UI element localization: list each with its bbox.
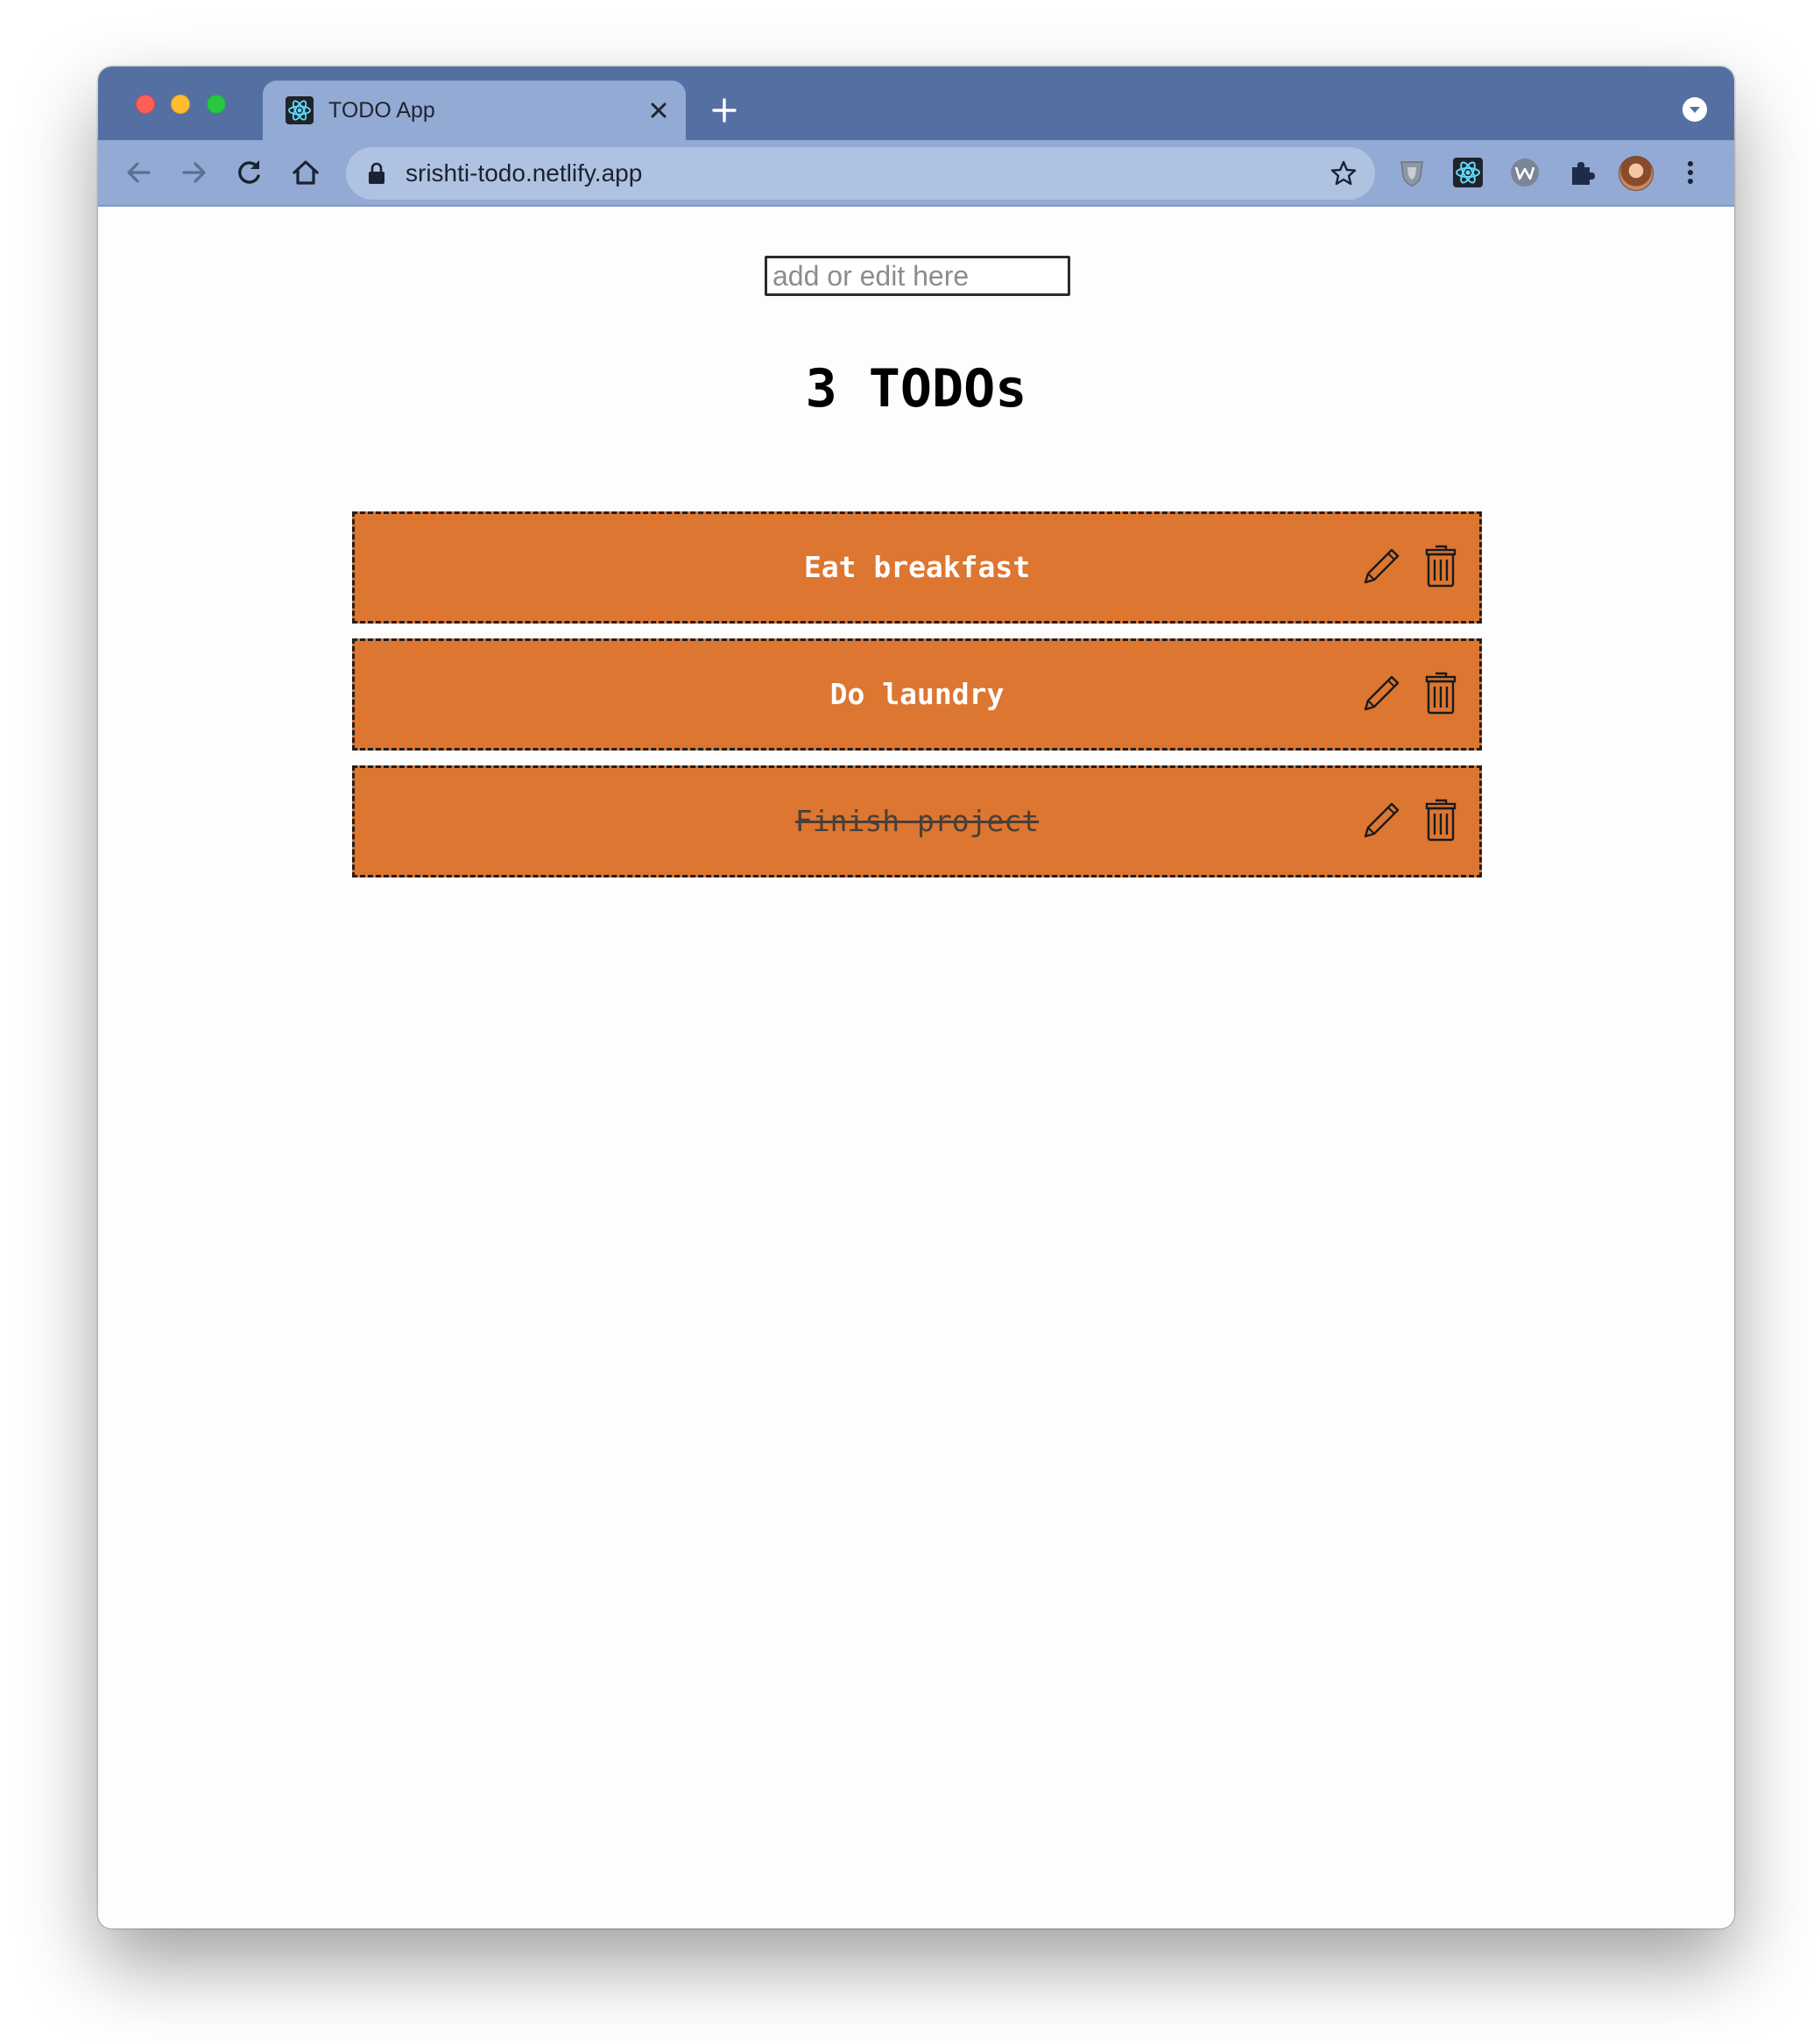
close-icon[interactable] xyxy=(647,99,670,122)
todo-item-completed[interactable]: Finish project xyxy=(352,765,1482,878)
react-icon xyxy=(286,96,314,124)
home-icon[interactable] xyxy=(290,157,321,188)
tab-todo-app[interactable]: TODO App xyxy=(263,81,686,140)
shield-extension-icon[interactable] xyxy=(1396,157,1428,188)
trash-icon[interactable] xyxy=(1425,543,1457,589)
react-devtools-icon[interactable] xyxy=(1452,157,1484,188)
more-menu-icon[interactable] xyxy=(1675,157,1706,188)
todo-item[interactable]: Do laundry xyxy=(352,638,1482,751)
new-tab-plus-icon[interactable] xyxy=(710,96,738,124)
pencil-icon[interactable] xyxy=(1358,546,1402,589)
todo-text[interactable]: Do laundry xyxy=(355,641,1479,748)
todo-text[interactable]: Finish project xyxy=(355,768,1479,875)
minimize-window-button[interactable] xyxy=(171,95,190,114)
maximize-window-button[interactable] xyxy=(207,95,226,114)
profile-avatar[interactable] xyxy=(1619,156,1654,191)
page-content: 3 TODOs Eat breakfast Do laundry xyxy=(98,207,1734,1928)
pencil-icon[interactable] xyxy=(1358,673,1402,716)
puzzle-extensions-icon[interactable] xyxy=(1565,157,1597,188)
todo-input[interactable] xyxy=(765,256,1070,296)
bookmark-star-icon[interactable] xyxy=(1330,159,1358,187)
wappalyzer-icon[interactable] xyxy=(1509,157,1541,188)
tab-strip: TODO App xyxy=(98,67,1734,140)
reload-icon[interactable] xyxy=(234,157,265,188)
browser-toolbar: srishti-todo.netlify.app xyxy=(98,140,1734,207)
todo-count-heading: 3 TODOs xyxy=(805,358,1027,419)
tab-search-chevron-icon[interactable] xyxy=(1682,96,1708,123)
back-arrow-icon[interactable] xyxy=(123,157,154,188)
pencil-icon[interactable] xyxy=(1358,800,1402,843)
browser-window: TODO App srishti-todo.netlify.app add or… xyxy=(98,67,1734,1928)
address-bar[interactable]: srishti-todo.netlify.app xyxy=(346,147,1375,200)
todo-item[interactable]: Eat breakfast xyxy=(352,511,1482,624)
close-window-button[interactable] xyxy=(136,95,155,114)
url-text: srishti-todo.netlify.app xyxy=(406,159,643,187)
lock-icon xyxy=(369,162,384,184)
trash-icon[interactable] xyxy=(1425,797,1457,842)
todo-text[interactable]: Eat breakfast xyxy=(355,514,1479,621)
trash-icon[interactable] xyxy=(1425,670,1457,715)
forward-arrow-icon[interactable] xyxy=(179,157,210,188)
tab-title: TODO App xyxy=(328,98,435,123)
